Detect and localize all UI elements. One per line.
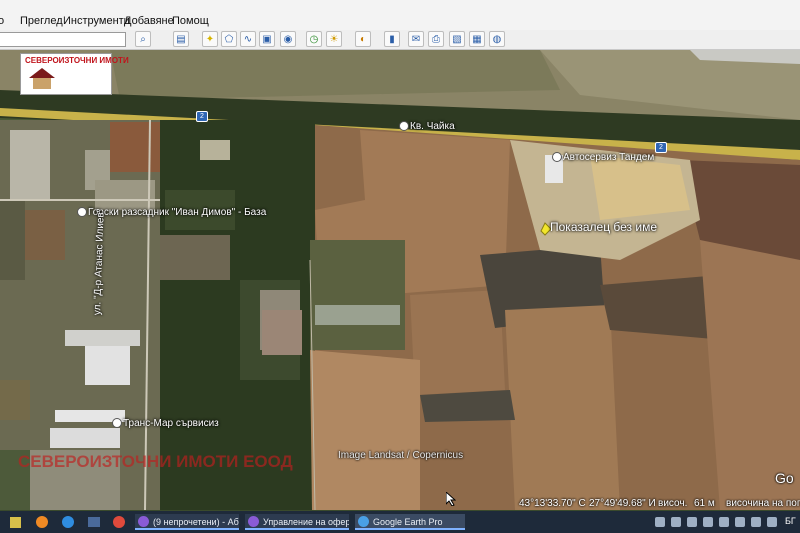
language-indicator[interactable]: БГ xyxy=(785,516,796,526)
toolbar: ⌕ ▤ ✦ ⬠ ∿ ▣ ◉ ◷ ☀ ◐ ▮ ✉ ⎙ ▧ ▦ ◍ xyxy=(0,30,800,50)
label-bus-stop: Кв. Чайка xyxy=(410,121,455,132)
trans-mar-pin[interactable] xyxy=(112,418,122,428)
tray-icon[interactable] xyxy=(735,517,745,527)
imagery-copyright: Image Landsat / Copernicus xyxy=(338,450,464,461)
label-nursery: Горски разсадник "Иван Димов" - База xyxy=(88,207,267,218)
brand-logo: Go xyxy=(775,470,794,486)
company-logo: СЕВЕРОИЗТОЧНИ ИМОТИ xyxy=(20,53,129,95)
nursery-pin[interactable] xyxy=(77,207,87,217)
sun-icon[interactable]: ☀ xyxy=(326,31,342,47)
polygon-icon[interactable]: ⬠ xyxy=(221,31,237,47)
email-icon[interactable]: ✉ xyxy=(408,31,424,47)
tray-icon[interactable] xyxy=(687,517,697,527)
sidebar-icon[interactable]: ▤ xyxy=(173,31,189,47)
task-label: Google Earth Pro xyxy=(373,517,443,527)
task-label: Управление на офер... xyxy=(263,517,349,527)
app-icon xyxy=(138,516,149,527)
map-view[interactable]: СЕВЕРОИЗТОЧНИ ИМОТИ 2 2 Кв. Чайка Автосе… xyxy=(0,50,800,510)
firefox-icon[interactable] xyxy=(36,516,48,528)
label-marker[interactable]: Показалец без име xyxy=(550,220,657,234)
search-icon[interactable]: ⌕ xyxy=(135,31,151,47)
altitude-value: 61 м xyxy=(694,498,715,509)
menu-view[interactable]: Преглед xyxy=(20,15,63,27)
company-watermark: СЕВЕРОИЗТОЧНИ ИМОТИ ЕООД xyxy=(18,452,293,471)
satellite-imagery xyxy=(0,50,800,510)
search-input[interactable] xyxy=(0,32,126,47)
tray-icon[interactable] xyxy=(767,517,777,527)
print-icon[interactable]: ⎙ xyxy=(428,31,444,47)
mail-icon[interactable] xyxy=(88,517,100,527)
file-explorer-icon[interactable] xyxy=(10,517,21,528)
app-icon xyxy=(248,516,259,527)
highway-badge: 2 xyxy=(196,111,208,122)
latitude-readout: 43°13'33.70" С xyxy=(519,498,586,509)
menu-tools[interactable]: Инструменти xyxy=(63,15,130,27)
task-mail[interactable]: (9 непрочетени) - Аб... xyxy=(135,514,239,530)
history-icon[interactable]: ◷ xyxy=(306,31,322,47)
placemark-icon[interactable]: ✦ xyxy=(202,31,218,47)
task-label: (9 непрочетени) - Аб... xyxy=(153,517,239,527)
taskbar: (9 непрочетени) - Аб... Управление на оф… xyxy=(0,511,800,533)
task-offers[interactable]: Управление на офер... xyxy=(245,514,349,530)
menu-add[interactable]: Добавяне xyxy=(124,15,174,27)
tray-icon[interactable] xyxy=(751,517,761,527)
edge-icon[interactable] xyxy=(62,516,74,528)
tray-icon[interactable] xyxy=(703,517,713,527)
menu-help[interactable]: Помощ xyxy=(172,15,209,27)
chrome-icon[interactable] xyxy=(113,516,125,528)
earth-icon[interactable]: ◍ xyxy=(489,31,505,47)
path-icon[interactable]: ∿ xyxy=(240,31,256,47)
tray-icon[interactable] xyxy=(671,517,681,527)
ruler-icon[interactable]: ▮ xyxy=(384,31,400,47)
tray-icon[interactable] xyxy=(655,517,665,527)
save-image-icon[interactable]: ▧ xyxy=(449,31,465,47)
menu-bar: о Преглед Инструменти Добавяне Помощ xyxy=(0,0,800,31)
google-earth-icon xyxy=(358,516,369,527)
planets-icon[interactable]: ◐ xyxy=(355,31,371,47)
label-auto-service: Автосервиз Тандем xyxy=(563,152,655,163)
mouse-cursor-icon xyxy=(446,492,456,506)
image-overlay-icon[interactable]: ▣ xyxy=(259,31,275,47)
tour-icon[interactable]: ◉ xyxy=(280,31,296,47)
auto-service-pin[interactable] xyxy=(552,152,562,162)
highway-badge: 2 xyxy=(655,142,667,153)
logo-text: СЕВЕРОИЗТОЧНИ ИМОТИ xyxy=(25,56,129,65)
longitude-readout: 27°49'49.68" И xyxy=(589,498,656,509)
altitude-label: височ. xyxy=(658,498,688,509)
house-logo-icon xyxy=(29,68,55,89)
menu-file[interactable]: о xyxy=(0,15,4,27)
tray-icon[interactable] xyxy=(719,517,729,527)
eye-altitude-label: височина на погл xyxy=(726,498,800,509)
task-google-earth[interactable]: Google Earth Pro xyxy=(355,514,465,530)
bus-stop-pin[interactable] xyxy=(399,121,409,131)
label-trans-mar: Транс-Мар сървисиз xyxy=(123,418,219,429)
maps-icon[interactable]: ▦ xyxy=(469,31,485,47)
